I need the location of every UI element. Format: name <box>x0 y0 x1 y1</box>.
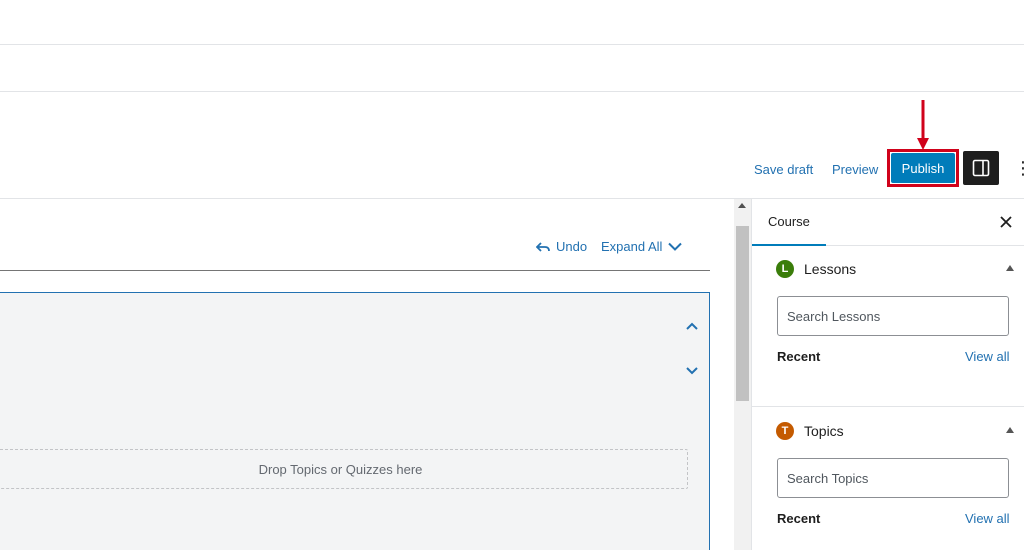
settings-sidebar: Course L Lessons Recent View all T Topic… <box>751 199 1024 550</box>
lessons-panel-title[interactable]: Lessons <box>804 261 856 277</box>
undo-label: Undo <box>556 239 588 254</box>
search-topics-input[interactable] <box>777 458 1009 498</box>
sidebar-panel-icon <box>972 159 990 177</box>
course-builder: Undo Expand All Drop Topics or Quizzes h… <box>0 199 734 550</box>
chevron-up-icon[interactable] <box>685 321 699 331</box>
search-lessons-input[interactable] <box>777 296 1009 336</box>
view-all-lessons-link[interactable]: View all <box>965 349 1010 364</box>
chevron-down-icon[interactable] <box>685 366 699 376</box>
lesson-section: Drop Topics or Quizzes here <box>0 292 710 550</box>
undo-button[interactable]: Undo <box>536 239 587 254</box>
options-menu-icon[interactable]: ⋮ <box>1014 158 1024 178</box>
preview-button[interactable]: Preview <box>832 162 878 177</box>
recent-tab[interactable]: Recent <box>777 511 820 526</box>
scrollbar[interactable] <box>734 199 751 550</box>
divider <box>0 270 710 271</box>
topics-badge: T <box>776 422 794 440</box>
editor-header: Save draft Preview Publish ⋮ <box>0 92 1024 198</box>
settings-toggle-button[interactable] <box>963 151 999 185</box>
topics-panel-title[interactable]: Topics <box>804 423 844 439</box>
scrollbar-thumb[interactable] <box>736 226 749 401</box>
divider <box>0 44 1024 45</box>
collapse-caret-icon[interactable] <box>1006 427 1014 433</box>
lessons-panel: L Lessons Recent View all <box>752 246 1024 407</box>
annotation-arrow-icon <box>917 100 929 150</box>
save-draft-button[interactable]: Save draft <box>754 162 813 177</box>
expand-all-label: Expand All <box>601 239 663 254</box>
publish-button[interactable]: Publish <box>891 153 955 183</box>
chevron-down-icon <box>668 242 683 251</box>
drop-zone[interactable]: Drop Topics or Quizzes here <box>0 449 688 489</box>
tab-course[interactable]: Course <box>752 199 826 246</box>
drop-zone-label: Drop Topics or Quizzes here <box>258 461 423 477</box>
browser-top-area <box>0 0 1024 44</box>
scroll-up-icon[interactable] <box>738 203 746 208</box>
expand-all-button[interactable]: Expand All <box>601 239 683 254</box>
view-all-topics-link[interactable]: View all <box>965 511 1010 526</box>
recent-tab[interactable]: Recent <box>777 349 820 364</box>
undo-icon <box>536 241 550 252</box>
close-icon[interactable] <box>996 212 1016 232</box>
lessons-badge: L <box>776 260 794 278</box>
collapse-caret-icon[interactable] <box>1006 265 1014 271</box>
topics-panel: T Topics Recent View all <box>752 408 1024 550</box>
